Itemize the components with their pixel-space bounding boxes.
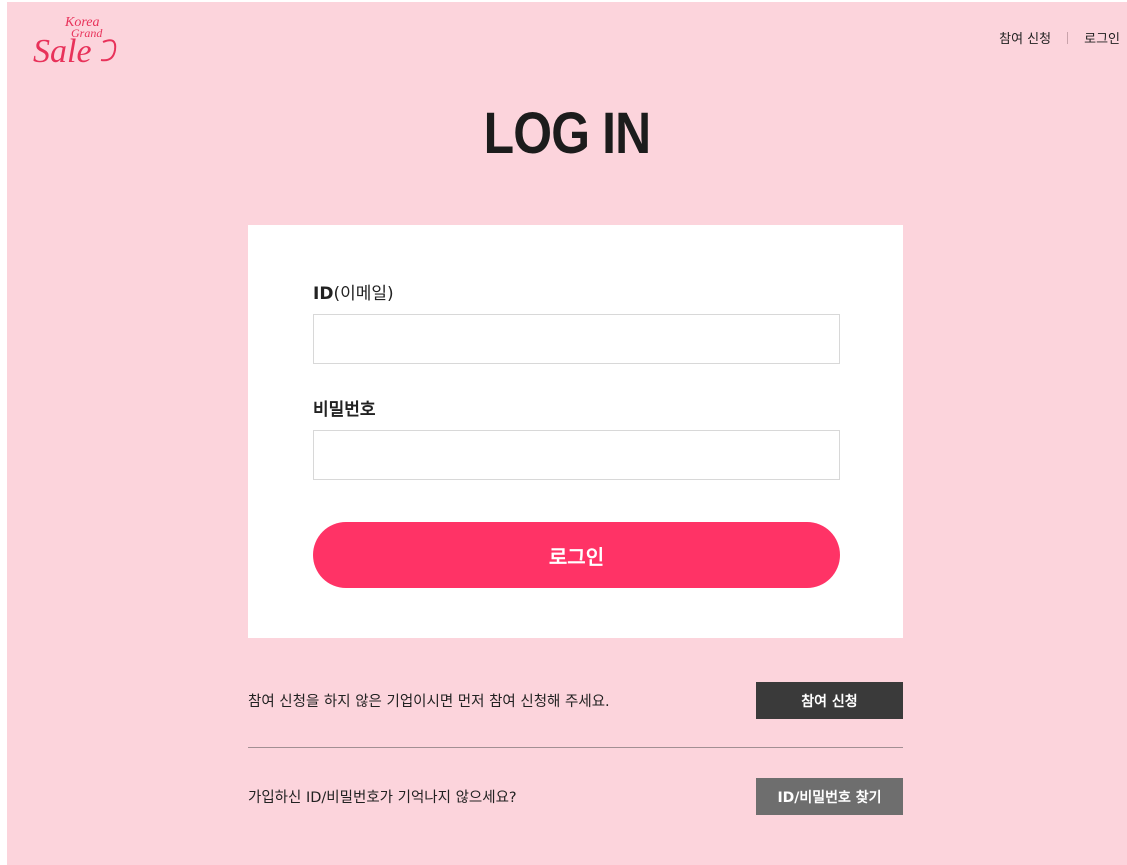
page-title: LOG IN: [483, 101, 652, 166]
find-account-text: 가입하신 ID/비밀번호가 기억나지 않으세요?: [248, 790, 517, 806]
join-prompt-row: 참여 신청을 하지 않은 기업이시면 먼저 참여 신청해 주세요. 참여 신청: [248, 682, 903, 719]
login-card: ID(이메일) 비밀번호 로그인: [248, 225, 903, 638]
join-prompt-text: 참여 신청을 하지 않은 기업이시면 먼저 참여 신청해 주세요.: [248, 694, 610, 710]
id-label-strong: ID: [313, 284, 334, 304]
logo-text-sale: Sale: [33, 33, 92, 68]
id-label-suffix: (이메일): [333, 284, 394, 304]
korea-grand-sale-logo[interactable]: Korea Grand Sale: [31, 12, 123, 68]
nav-separator: [1067, 31, 1069, 44]
page-background: Korea Grand Sale 참여 신청 로그인 LOG IN ID(이메일…: [7, 2, 1127, 865]
nav-join-link[interactable]: 참여 신청: [999, 28, 1051, 47]
section-divider: [248, 747, 903, 748]
find-id-password-button[interactable]: ID/비밀번호 찾기: [756, 778, 903, 815]
find-account-row: 가입하신 ID/비밀번호가 기억나지 않으세요? ID/비밀번호 찾기: [248, 778, 903, 815]
login-submit-button[interactable]: 로그인: [313, 522, 840, 588]
password-input[interactable]: [313, 430, 840, 480]
id-field-label: ID(이메일): [313, 279, 394, 304]
password-field-label: 비밀번호: [313, 400, 376, 420]
join-apply-button[interactable]: 참여 신청: [756, 682, 903, 719]
id-email-input[interactable]: [313, 314, 840, 364]
top-navigation: 참여 신청 로그인: [999, 28, 1120, 47]
nav-login-link[interactable]: 로그인: [1084, 28, 1120, 47]
